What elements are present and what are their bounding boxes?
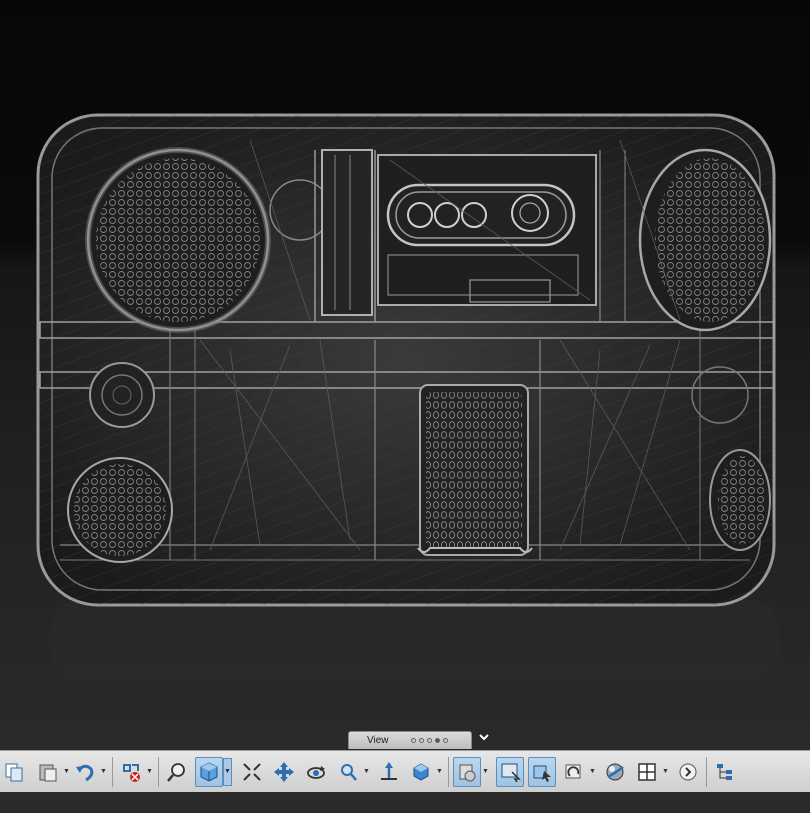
zoom-window-icon [167,762,185,782]
view-orientation-dropdown[interactable]: ▼ [435,757,444,787]
select-filter-dropdown[interactable]: ▼ [145,757,154,787]
render-icon [501,763,521,782]
tree-icon [717,763,732,780]
orbit-icon [307,765,325,779]
view-toolbar: ▼ ▼ ▼ ▼ ▼ ▼ ▼ ▼ ▼ [0,750,810,792]
zoom-dropdown[interactable]: ▼ [362,757,371,787]
toolbar-separator [706,756,707,787]
select-through-button[interactable] [528,756,556,787]
layout-button[interactable] [633,757,661,787]
select-through-icon [533,765,551,782]
view-tab[interactable]: View [348,731,472,749]
center-grille [417,384,533,556]
zoom-window-button[interactable] [163,757,191,787]
appearance-icon [606,763,624,780]
zoom-button[interactable] [334,757,362,787]
speaker-right-large [638,148,772,332]
paste-button[interactable] [34,757,62,787]
chevron-right-icon [679,763,697,780]
view-dot[interactable] [426,738,432,743]
display-mode-button[interactable] [195,756,223,787]
refresh-view-button[interactable] [560,757,588,787]
view-orientation-button[interactable] [407,757,435,787]
view-cube-icon [413,762,429,781]
select-filter-button[interactable] [117,757,145,787]
view-tab-label: View [367,735,389,746]
layout-icon [638,762,656,781]
section-icon [459,764,476,781]
3d-viewport[interactable] [0,0,810,750]
render-button[interactable] [496,756,524,787]
copy-button[interactable] [0,757,28,787]
toolbar-separator [158,756,159,787]
select-filter-icon [123,763,140,782]
knob-left [89,362,155,428]
fit-all-icon [243,762,261,781]
layout-dropdown[interactable]: ▼ [661,757,670,787]
pan-button[interactable] [270,757,298,787]
view-dot-active[interactable] [434,738,440,743]
refresh-view-icon [565,764,581,778]
appearance-button[interactable] [601,757,629,787]
more-button[interactable] [674,757,702,787]
speaker-left-small [67,457,173,563]
view-dot[interactable] [442,738,448,743]
boombox-wireframe-model [36,113,780,680]
normal-to-button[interactable] [375,757,403,787]
undo-icon [76,764,94,781]
cassette-deck [321,149,597,316]
undo-button[interactable] [71,757,99,787]
speaker-left-large [85,147,271,333]
chevron-down-icon [479,734,489,741]
axis-icon [381,761,397,780]
section-dropdown[interactable]: ▼ [481,757,490,787]
toolbar-separator [112,756,113,787]
collapse-toolbar-button[interactable] [476,730,492,746]
undo-dropdown[interactable]: ▼ [99,757,108,787]
paste-dropdown[interactable]: ▼ [62,757,71,787]
zoom-icon [341,763,357,781]
view-tab-dots[interactable] [410,738,448,743]
orbit-button[interactable] [302,757,330,787]
tree-button[interactable] [711,757,739,787]
view-dot[interactable] [410,738,416,743]
copy-icon [5,763,23,781]
status-strip [0,792,810,813]
cube-icon [200,761,218,782]
toolbar-separator [448,756,449,787]
section-button[interactable] [453,756,481,787]
speaker-right-small [709,449,771,551]
view-dot[interactable] [418,738,424,743]
display-mode-dropdown[interactable]: ▼ [223,757,232,786]
pan-icon [274,761,294,782]
fit-all-button[interactable] [238,757,266,787]
paste-icon [39,764,57,781]
refresh-view-dropdown[interactable]: ▼ [588,757,597,787]
